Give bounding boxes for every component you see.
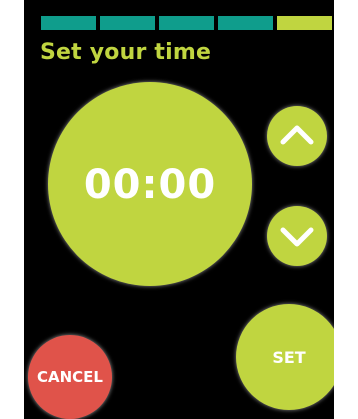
decrease-time-button[interactable] <box>267 206 327 266</box>
set-button[interactable]: SET <box>236 304 334 410</box>
timer-display: 00:00 <box>83 162 217 208</box>
progress-segment-4 <box>218 16 273 30</box>
progress-segment-5 <box>277 16 332 30</box>
increase-time-button[interactable] <box>267 106 327 166</box>
page-title: Set your time <box>40 40 212 65</box>
progress-segment-3 <box>159 16 214 30</box>
chevron-down-icon <box>280 227 314 247</box>
cancel-button-label: CANCEL <box>37 368 103 386</box>
progress-segment-1 <box>41 16 96 30</box>
cancel-button[interactable]: CANCEL <box>28 335 112 419</box>
step-progress-bar <box>41 16 332 30</box>
timer-dial[interactable]: 00:00 <box>48 82 252 286</box>
chevron-up-icon <box>280 125 314 145</box>
timer-screen: Set your time 00:00 SET CANCEL <box>24 0 334 419</box>
progress-segment-2 <box>100 16 155 30</box>
set-button-label: SET <box>272 348 306 367</box>
